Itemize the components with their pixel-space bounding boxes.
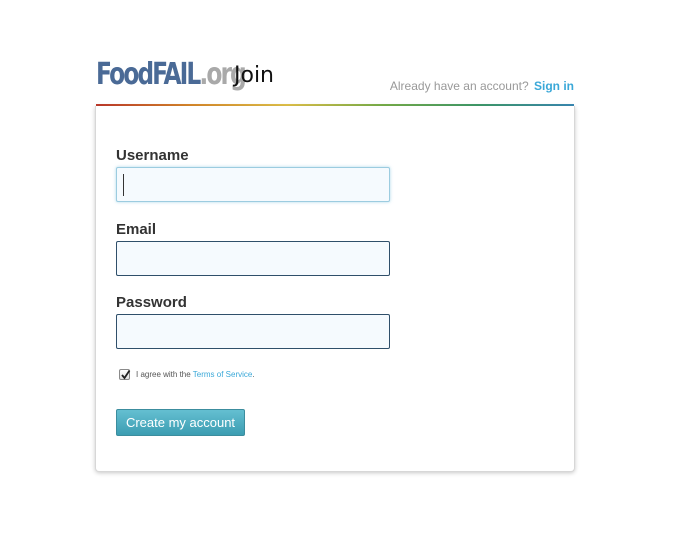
email-label: Email [116, 221, 157, 238]
username-label: Username [116, 147, 189, 164]
logo-name: FoodFAIL [96, 57, 201, 92]
create-account-button[interactable]: Create my account [116, 409, 245, 436]
page-header: FoodFAIL.org Join Already have an accoun… [96, 56, 576, 98]
foodfail-logo[interactable]: FoodFAIL.org [96, 56, 247, 98]
email-input[interactable] [116, 241, 390, 276]
password-input[interactable] [116, 314, 390, 349]
terms-text-before: I agree with the [136, 370, 191, 379]
terms-text: I agree with the Terms of Service. [136, 370, 255, 380]
terms-checkbox[interactable] [119, 369, 131, 380]
signin-link[interactable]: Sign in [534, 79, 574, 93]
text-caret [123, 174, 124, 196]
password-label: Password [116, 294, 187, 311]
signin-prompt: Already have an account? [389, 79, 529, 93]
signin-prompt-row: Already have an account? Sign in [390, 79, 574, 93]
checkmark-icon [121, 370, 131, 380]
terms-text-after: . [252, 370, 255, 379]
username-input[interactable] [116, 167, 390, 202]
terms-of-service-link[interactable]: Terms of Service [193, 370, 253, 379]
page-title: Join [234, 63, 275, 88]
signup-form-panel: Username Email Password I agree with the… [95, 106, 575, 472]
